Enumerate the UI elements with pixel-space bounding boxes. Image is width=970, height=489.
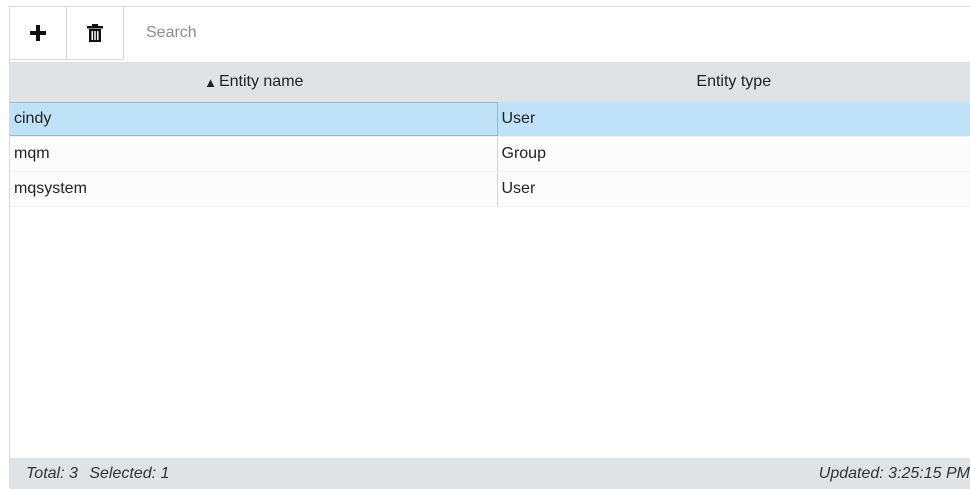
- toolbar: [10, 7, 970, 62]
- entity-name-cell: cindy: [10, 102, 498, 136]
- trash-icon: [87, 24, 103, 42]
- entity-name-cell: mqsystem: [10, 172, 498, 206]
- column-header-label: Entity name: [219, 73, 303, 91]
- table-row[interactable]: cindy User: [10, 102, 970, 137]
- column-header-entity-name[interactable]: ▲ Entity name: [10, 62, 498, 102]
- entity-name-cell: mqm: [10, 137, 498, 171]
- plus-icon: [29, 24, 47, 42]
- entity-type-cell: User: [498, 102, 970, 136]
- column-header-label: Entity type: [696, 73, 771, 91]
- selection-summary: Total: 3 Selected: 1: [10, 465, 169, 483]
- table-body: cindy User mqm Group mqsystem User: [10, 102, 970, 207]
- add-button[interactable]: [10, 7, 67, 60]
- updated-timestamp: Updated: 3:25:15 PM: [819, 465, 970, 483]
- sort-ascending-icon: ▲: [204, 75, 217, 90]
- selected-count: Selected: 1: [89, 465, 169, 482]
- table-row[interactable]: mqm Group: [10, 137, 970, 172]
- search-input[interactable]: [136, 13, 636, 53]
- status-bar: Total: 3 Selected: 1 Updated: 3:25:15 PM: [10, 458, 970, 489]
- entity-type-cell: User: [498, 172, 970, 206]
- delete-button[interactable]: [67, 7, 124, 60]
- total-count: Total: 3: [26, 465, 78, 482]
- entity-panel: ▲ Entity name Entity type cindy User mqm…: [9, 6, 970, 488]
- table-header: ▲ Entity name Entity type: [10, 62, 970, 102]
- column-header-entity-type[interactable]: Entity type: [498, 62, 970, 102]
- table-row[interactable]: mqsystem User: [10, 172, 970, 207]
- entity-type-cell: Group: [498, 137, 970, 171]
